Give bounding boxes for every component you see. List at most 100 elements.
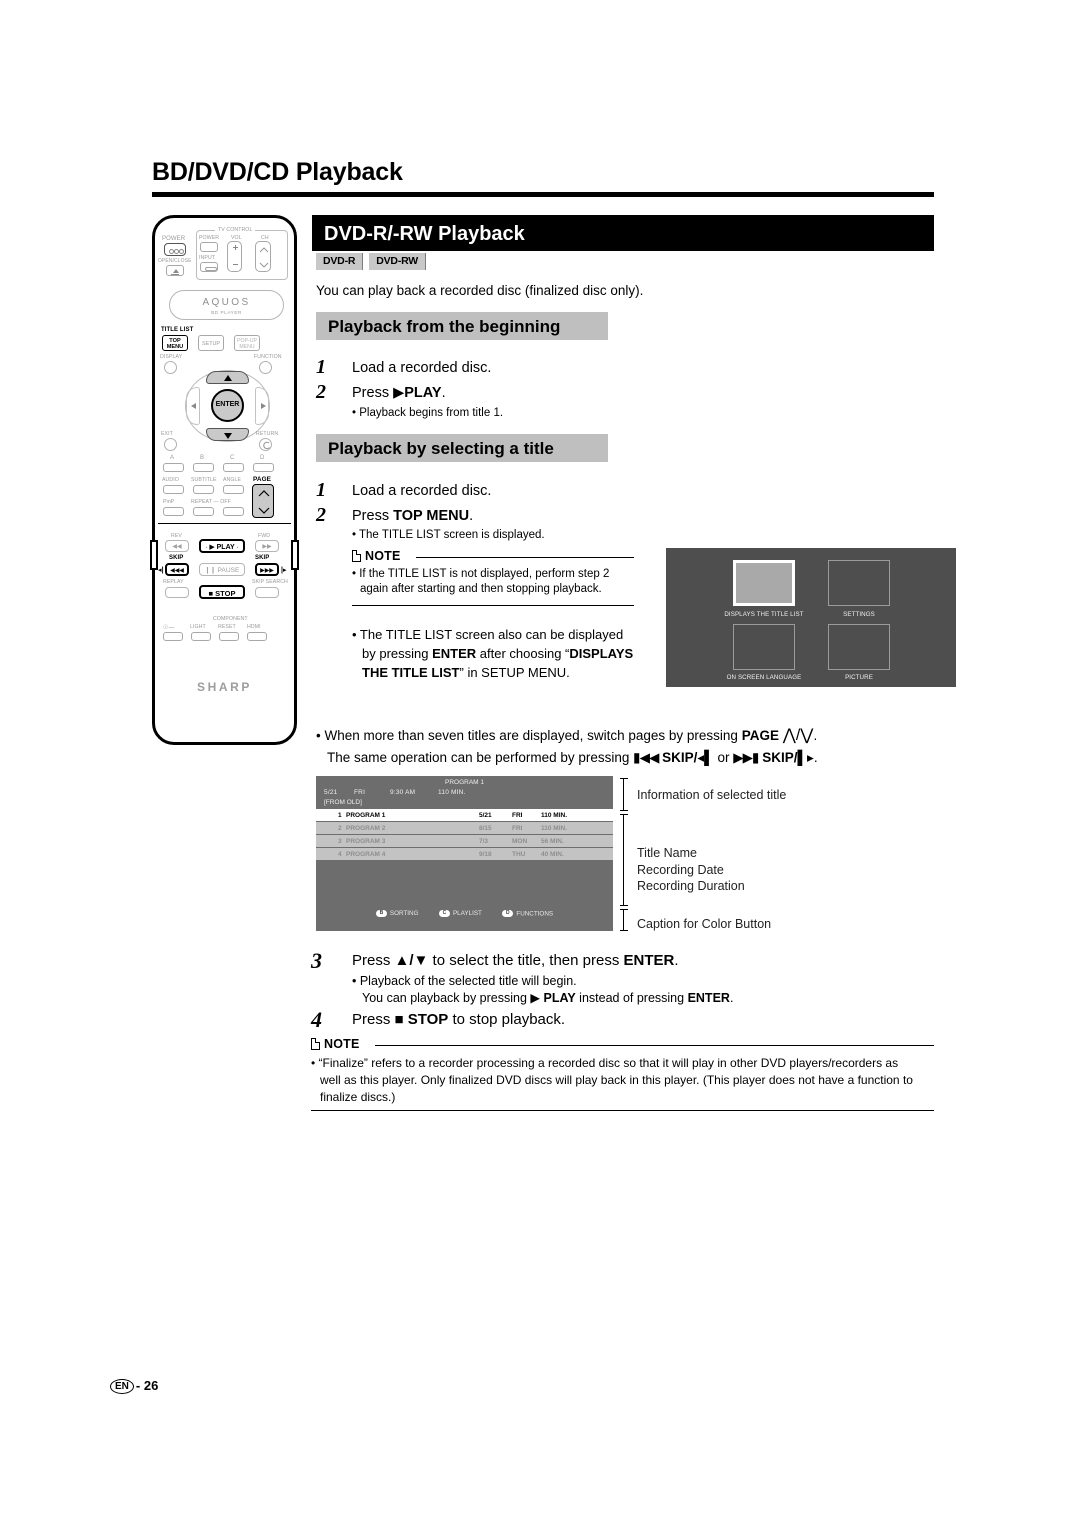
setup-menu-screenshot: DISPLAYS THE TITLE LIST SETTINGS ON SCRE…	[666, 548, 956, 687]
color-badge-d[interactable]: D	[502, 910, 514, 918]
color-button-d[interactable]	[253, 463, 274, 472]
title-list-row-4[interactable]: 4 PROGRAM 4 9/18 THU 40 MIN.	[316, 848, 613, 860]
open-close-button[interactable]	[166, 265, 184, 276]
tl-row1-day: FRI	[512, 811, 523, 819]
title-list-row-1[interactable]: 1 PROGRAM 1 5/21 FRI 110 MIN.	[316, 809, 613, 821]
rev-button[interactable]: ◀◀	[165, 540, 189, 552]
return-button[interactable]	[259, 438, 272, 451]
key-lock-button[interactable]	[163, 632, 183, 641]
title-list-row-3[interactable]: 3 PROGRAM 3 7/3 MON 56 MIN.	[316, 835, 613, 847]
tl-header-day: FRI	[354, 789, 366, 796]
skip-fwd-arrow-icon: |▸	[281, 567, 287, 574]
pause-button[interactable]: ❙❙ PAUSE	[199, 563, 245, 576]
tl-header-time: 9:30 AM	[390, 789, 416, 796]
callout-title-detail: Title Name Recording Date Recording Dura…	[637, 845, 745, 895]
replay-label: REPLAY	[163, 579, 184, 585]
audio-button[interactable]	[163, 485, 184, 494]
bullet-title-list-setup: • The TITLE LIST screen also can be disp…	[352, 626, 633, 683]
tv-power-button[interactable]	[200, 242, 218, 252]
callout-brace-detail	[620, 814, 628, 907]
skip-search-label: SKIP SEARCH	[252, 579, 288, 585]
color-button-c[interactable]	[223, 463, 244, 472]
tl-row3-number: 3	[338, 837, 342, 845]
step-2b-bullet: • The TITLE LIST screen is displayed.	[352, 529, 545, 541]
callout-title-name: Title Name	[637, 846, 697, 860]
subtitle-label: SUBTITLE	[191, 477, 217, 483]
channel-rocker[interactable]	[255, 241, 271, 272]
volume-rocker[interactable]	[227, 241, 242, 272]
note-bottom-rule-1	[352, 605, 634, 607]
setup-caption-picture: PICTURE	[845, 674, 873, 681]
button-b-label: B	[200, 455, 205, 461]
aquos-logo-plate: AQUOS BD PLAYER	[169, 290, 284, 320]
setup-button[interactable]: SETUP	[198, 335, 224, 351]
skip-search-button[interactable]	[255, 587, 279, 598]
light-button[interactable]	[191, 632, 211, 641]
step-1b-number: 1	[316, 479, 326, 501]
dpad-right-button[interactable]	[255, 387, 269, 425]
tl-row1-number: 1	[338, 811, 342, 819]
repeat-button[interactable]	[193, 507, 214, 516]
stop-button[interactable]: ■ STOP	[199, 585, 245, 599]
title-list-row-2[interactable]: 2 PROGRAM 2 8/15 FRI 110 MIN.	[316, 822, 613, 834]
play-label: ▶ PLAY	[209, 544, 235, 551]
callout-caption-color-button: Caption for Color Button	[637, 917, 772, 931]
exit-button[interactable]	[164, 438, 177, 451]
step-2b-number: 2	[316, 504, 326, 526]
tl-row4-number: 4	[338, 850, 342, 858]
reset-button[interactable]	[219, 632, 239, 641]
display-button[interactable]	[164, 361, 177, 374]
pinp-button[interactable]	[163, 507, 184, 516]
page-rocker[interactable]	[252, 484, 274, 518]
popup-menu-button[interactable]: POP-UP MENU	[234, 335, 260, 351]
setup-cell-picture[interactable]	[828, 624, 890, 670]
final-note-line-3: finalize discs.)	[320, 1089, 396, 1104]
hdmi-button[interactable]	[247, 632, 267, 641]
subsection-heading-playback-title: Playback by selecting a title	[316, 434, 608, 462]
color-badge-c[interactable]: C	[438, 910, 450, 918]
callout-info-of-selected-title: Information of selected title	[637, 788, 787, 802]
repeat-label: REPEAT — OFF	[191, 499, 231, 505]
note-label-1: NOTE	[365, 549, 401, 563]
tl-row4-date: 9/18	[479, 850, 492, 858]
note-rule-1	[416, 557, 634, 559]
angle-button[interactable]	[223, 485, 244, 494]
setup-cell-on-screen-language[interactable]	[733, 624, 795, 670]
power-button[interactable]	[164, 243, 186, 256]
step-1-text: Load a recorded disc.	[352, 360, 492, 376]
enter-button[interactable]: ENTER	[211, 389, 244, 422]
replay-button[interactable]	[165, 587, 189, 598]
page-switch-line2: The same operation can be performed by p…	[327, 750, 818, 765]
setup-caption-settings: SETTINGS	[843, 611, 875, 618]
color-button-a[interactable]	[163, 463, 184, 472]
color-badge-b[interactable]: B	[375, 910, 387, 918]
step-3-text: Press ▲/▼ to select the title, then pres…	[352, 952, 679, 969]
function-label: FUNCTION	[254, 354, 282, 360]
skip-back-button[interactable]: ◀◀◀	[165, 563, 189, 576]
dpad-up-button[interactable]	[206, 371, 249, 384]
skip-fwd-button[interactable]: ▶▶▶	[255, 563, 279, 576]
badge-dvd-rw: DVD-RW	[369, 253, 427, 270]
page-switch-bullet: • When more than seven titles are displa…	[316, 724, 818, 768]
bullet2-line2: by pressing ENTER after choosing “DISPLA…	[362, 645, 634, 661]
tl-row3-duration: 56 MIN.	[541, 837, 564, 845]
tl-row2-number: 2	[338, 824, 342, 832]
fwd-button[interactable]: ▶▶	[255, 540, 279, 552]
dpad-left-button[interactable]	[186, 387, 200, 425]
dpad-down-button[interactable]	[206, 428, 249, 441]
step-4-number: 4	[311, 1007, 322, 1032]
setup-cell-settings[interactable]	[828, 560, 890, 606]
input-button[interactable]	[200, 262, 218, 272]
language-code-badge: EN	[110, 1379, 134, 1395]
color-button-b[interactable]	[193, 463, 214, 472]
step-2-text: Press ▶PLAY.	[352, 385, 446, 401]
play-button[interactable]: ◦ ▶ PLAY ◦	[199, 539, 245, 553]
top-menu-button[interactable]: TOP MENU	[162, 335, 188, 351]
subtitle-button[interactable]	[193, 485, 214, 494]
skip-back-arrow-icon: ◂|	[158, 567, 164, 574]
off-button[interactable]	[223, 507, 244, 516]
setup-cell-displays-title-list[interactable]	[733, 560, 795, 606]
note-page-icon	[352, 550, 361, 562]
setup-label: SETUP	[202, 341, 220, 347]
pause-label: ❙❙ PAUSE	[204, 567, 240, 574]
